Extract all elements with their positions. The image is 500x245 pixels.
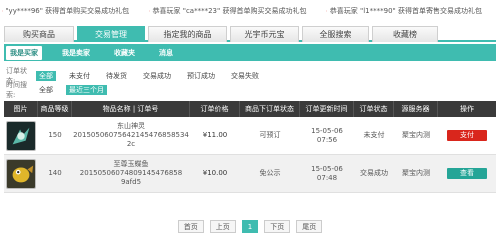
next-page-button[interactable]: 下页 bbox=[264, 220, 291, 233]
order-status-filter: 订单状态: 全部 未支付 待发货 交易成功 预订成功 交易失败 bbox=[6, 67, 272, 85]
subnav-seller[interactable]: 我是卖家 bbox=[58, 46, 94, 60]
order-price: ¥11.00 bbox=[202, 131, 228, 139]
item-order-status: 可预订 bbox=[259, 131, 281, 139]
announcement-ticker: "yy****96" 获得首单购买交易成功礼包 恭喜玩家 "ca****23" … bbox=[0, 0, 500, 22]
column-header: 操作 bbox=[460, 105, 474, 113]
filter-option-unpaid[interactable]: 未支付 bbox=[66, 71, 93, 81]
filter-option-all[interactable]: 全部 bbox=[36, 70, 56, 81]
time-option-all[interactable]: 全部 bbox=[36, 85, 56, 95]
table-header: 图片 商品等级 物品名称 | 订单号 订单价格 商品下订单状态 订单更新时间 订… bbox=[4, 101, 496, 117]
sub-navigation: 我是买家 我是卖家 收藏夹 消息 bbox=[4, 44, 496, 61]
column-header: 源服务器 bbox=[394, 101, 438, 117]
first-page-button[interactable]: 首页 bbox=[177, 220, 204, 233]
item-name[interactable]: 至尊玉蝶鱼 bbox=[114, 160, 149, 169]
subnav-messages[interactable]: 消息 bbox=[155, 46, 177, 60]
main-tabs: 购买商品 交易管理 指定我的商品 光宇币元宝 全服搜索 收藏榜 bbox=[4, 26, 496, 42]
subnav-buyer[interactable]: 我是买家 bbox=[6, 45, 42, 60]
item-level: 140 bbox=[48, 169, 62, 177]
item-name-order: 至尊玉蝶鱼 20150506074809145476858​9afd5 bbox=[72, 155, 190, 192]
view-button[interactable]: 查看 bbox=[447, 168, 487, 179]
item-order-status: 免公示 bbox=[259, 169, 281, 177]
tab-buy-items[interactable]: 购买商品 bbox=[4, 26, 74, 42]
update-clock: 07:56 bbox=[316, 135, 338, 144]
filter-option-success[interactable]: 交易成功 bbox=[140, 71, 174, 81]
item-level: 150 bbox=[48, 131, 62, 139]
update-date: 15-05-06 bbox=[311, 164, 343, 173]
tab-server-search[interactable]: 全服搜索 bbox=[302, 26, 369, 42]
update-clock: 07:48 bbox=[316, 173, 338, 182]
column-header: 图片 bbox=[4, 101, 38, 117]
last-page-button[interactable]: 尾页 bbox=[296, 220, 323, 233]
item-name-order: 东山神灵 20150506075642145476858534​2c bbox=[72, 117, 190, 154]
table-row: 150 东山神灵 20150506075642145476858534​2c ¥… bbox=[4, 117, 496, 155]
column-header: 订单状态 bbox=[354, 101, 394, 117]
time-option-three-months[interactable]: 最近三个月 bbox=[66, 84, 107, 95]
update-date: 15-05-06 bbox=[311, 126, 343, 135]
prev-page-button[interactable]: 上页 bbox=[209, 220, 236, 233]
ticker-message: 恭喜玩家 "ca****23" 获得首单购买交易成功礼包 bbox=[152, 7, 307, 15]
filter-option-reserved[interactable]: 预订成功 bbox=[184, 71, 218, 81]
pay-button[interactable]: 支付 bbox=[447, 130, 487, 141]
subnav-favorites[interactable]: 收藏夹 bbox=[110, 46, 139, 60]
ticker-message: 恭喜玩家 "l1****90" 获得首单寄售交易成功礼包 bbox=[329, 7, 482, 15]
order-price: ¥10.00 bbox=[202, 169, 228, 177]
tab-favorites-rank[interactable]: 收藏榜 bbox=[372, 26, 438, 42]
tab-trade-management[interactable]: 交易管理 bbox=[77, 26, 145, 42]
item-name[interactable]: 东山神灵 bbox=[117, 122, 145, 131]
column-header: 订单更新时间 bbox=[300, 101, 354, 117]
pagination: 首页 上页 1 下页 尾页 bbox=[0, 220, 500, 233]
order-number: 20150506074809145476858​9afd5 bbox=[79, 169, 183, 186]
filter-option-failed[interactable]: 交易失败 bbox=[228, 71, 262, 81]
update-time: 15-05-06 07:56 bbox=[300, 117, 354, 154]
column-header: 订单价格 bbox=[190, 101, 240, 117]
table-row: 140 至尊玉蝶鱼 20150506074809145476858​9afd5 … bbox=[4, 155, 496, 193]
column-header: 商品等级 bbox=[38, 101, 72, 117]
item-thumbnail[interactable] bbox=[6, 158, 36, 189]
ticker-message: "yy****96" 获得首单购买交易成功礼包 bbox=[5, 7, 130, 15]
filter-label: 时间搜索: bbox=[6, 80, 27, 99]
source-server: 聚宝内测 bbox=[402, 131, 430, 139]
column-header: 物品名称 | 订单号 bbox=[72, 101, 190, 117]
column-header: 商品下订单状态 bbox=[240, 101, 300, 117]
update-time: 15-05-06 07:48 bbox=[300, 155, 354, 192]
speaker-icon bbox=[326, 10, 328, 12]
orders-table: 图片 商品等级 物品名称 | 订单号 订单价格 商品下订单状态 订单更新时间 订… bbox=[4, 101, 496, 193]
source-server: 聚宝内测 bbox=[402, 169, 430, 177]
order-status: 交易成功 bbox=[360, 169, 388, 177]
item-thumbnail[interactable] bbox=[6, 120, 36, 151]
page-number-button[interactable]: 1 bbox=[241, 220, 259, 233]
time-filter: 时间搜索: 全部 最近三个月 bbox=[6, 81, 117, 99]
speaker-icon bbox=[149, 10, 150, 12]
filter-option-pending[interactable]: 待发货 bbox=[103, 71, 130, 81]
speaker-icon bbox=[2, 10, 3, 12]
order-number: 20150506075642145476858534​2c bbox=[73, 131, 189, 148]
tab-designated-items[interactable]: 指定我的商品 bbox=[148, 26, 227, 42]
order-status: 未支付 bbox=[363, 131, 385, 139]
tab-currency[interactable]: 光宇币元宝 bbox=[230, 26, 299, 42]
